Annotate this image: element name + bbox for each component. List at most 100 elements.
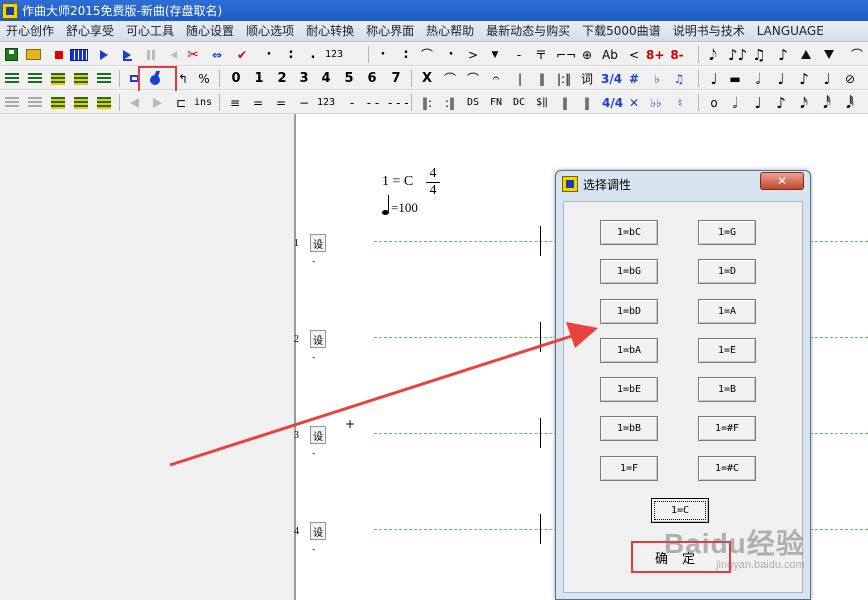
format-3-button[interactable]	[51, 69, 65, 88]
circle-plus-button[interactable]: ⊕	[580, 45, 594, 64]
format-4-button[interactable]	[74, 69, 88, 88]
colon-button[interactable]: :	[284, 45, 298, 64]
menu-item-manual[interactable]: 说明书与技术	[667, 21, 751, 41]
numbering-button[interactable]: 123	[325, 45, 343, 64]
row-settings-button[interactable]: 设	[310, 522, 326, 540]
key-f-button[interactable]: 1=F	[600, 456, 658, 481]
note-cross-button[interactable]: ⊘	[843, 69, 857, 88]
slur-button[interactable]: ⌒	[420, 45, 434, 64]
back-button[interactable]	[167, 45, 181, 64]
key-b-d-button[interactable]: 1=bD	[600, 299, 658, 324]
accent-button[interactable]: >	[466, 45, 480, 64]
note-flag-button[interactable]: ♪	[797, 69, 811, 88]
fermata-button[interactable]: 𝄐	[489, 69, 503, 88]
ds-button[interactable]: DS	[466, 93, 480, 112]
double-barline-button[interactable]: ‖	[535, 69, 549, 88]
note-3-button[interactable]: 3	[297, 69, 311, 88]
eighth-note-2-button[interactable]: ♪	[774, 93, 788, 112]
lines-eq-button[interactable]: =	[274, 93, 288, 112]
key-b-e-button[interactable]: 1=bE	[600, 377, 658, 402]
link-button[interactable]: ⇔	[210, 45, 224, 64]
key-b-button[interactable]: 1=B	[698, 377, 756, 402]
note-7-button[interactable]: 7	[389, 69, 403, 88]
quarter-note-2-button[interactable]: ♩	[751, 93, 765, 112]
format-2-button[interactable]	[28, 69, 42, 88]
natural-button[interactable]: ♮	[673, 93, 687, 112]
open-button[interactable]	[26, 45, 41, 64]
repeat-button[interactable]: ↰	[176, 69, 190, 88]
format-7-button[interactable]	[74, 93, 88, 112]
ab-button[interactable]: Ab	[602, 45, 618, 64]
check-button[interactable]: ✔	[235, 45, 249, 64]
menu-item-options[interactable]: 顺心选项	[240, 21, 300, 41]
row-settings-button[interactable]: 设	[310, 330, 326, 348]
close-button[interactable]: ✕	[760, 172, 804, 190]
format-dim-2-button[interactable]	[28, 93, 42, 112]
tie-right-button[interactable]: ⌒	[850, 45, 864, 64]
double-flat-button[interactable]: ♭♭	[649, 93, 663, 112]
turn-button[interactable]: 〒	[534, 45, 548, 64]
format-8-button[interactable]	[97, 93, 111, 112]
x-note-button[interactable]: X	[420, 69, 434, 88]
menu-item-create[interactable]: 开心创作	[0, 21, 60, 41]
tie-line-button[interactable]: ⌐¬	[556, 45, 576, 64]
insert-button[interactable]: ins	[194, 93, 212, 112]
dialog-title-bar[interactable]: 选择调性 ✕	[556, 171, 810, 197]
align-button[interactable]: ⊏	[174, 93, 188, 112]
save-button[interactable]	[4, 45, 18, 64]
dot-top-button[interactable]: ·	[376, 45, 390, 64]
dash-2-button[interactable]: -	[345, 93, 359, 112]
key-a-button[interactable]: 1=A	[698, 299, 756, 324]
menu-item-news[interactable]: 最新动态与购买	[480, 21, 576, 41]
lyrics-button[interactable]: 词	[580, 69, 594, 88]
arrow-left-button[interactable]	[127, 93, 141, 112]
note-2-button[interactable]: 2	[275, 69, 289, 88]
key-g-button[interactable]: 1=G	[698, 220, 756, 245]
half-note-button[interactable]: 𝅗𝅥	[751, 69, 765, 88]
barline-button[interactable]: |	[513, 69, 527, 88]
triangle-button[interactable]: ▼	[488, 45, 502, 64]
segno-button[interactable]: $‖	[535, 93, 549, 112]
row-settings-button[interactable]: 设	[310, 234, 326, 252]
time-signature-button[interactable]: 3/4	[601, 69, 622, 88]
menu-item-language[interactable]: LANGUAGE	[751, 21, 830, 41]
menu-item-tools[interactable]: 可心工具	[120, 21, 180, 41]
format-dim-1-button[interactable]	[5, 93, 19, 112]
menu-item-help[interactable]: 热心帮助	[420, 21, 480, 41]
stop-button[interactable]	[52, 45, 66, 64]
rest-bar-button[interactable]: ▬	[728, 69, 742, 88]
eighth-note-button[interactable]: ♪	[776, 45, 790, 64]
key-b-a-button[interactable]: 1=bA	[600, 338, 658, 363]
dot-below-button[interactable]: .	[306, 45, 320, 64]
line-1-button[interactable]: −	[297, 93, 311, 112]
keyboard-button[interactable]	[70, 45, 88, 64]
slur-right-button[interactable]: ⌒	[466, 69, 480, 88]
key-b-g-button[interactable]: 1=bG	[600, 259, 658, 284]
lines-3-button[interactable]: ≡	[228, 93, 242, 112]
slur-left-button[interactable]: ⌒	[443, 69, 457, 88]
dash-button[interactable]: -	[512, 45, 526, 64]
menu-item-interface[interactable]: 称心界面	[360, 21, 420, 41]
thin-double-bar-button[interactable]: ‖	[558, 93, 572, 112]
pause-button[interactable]	[144, 45, 158, 64]
less-than-button[interactable]: <	[627, 45, 641, 64]
note-5-button[interactable]: 5	[342, 69, 356, 88]
octave-up-button[interactable]: 8+	[646, 45, 664, 64]
menu-item-settings[interactable]: 随心设置	[180, 21, 240, 41]
menu-item-download[interactable]: 下载5000曲谱	[576, 21, 667, 41]
repeat-end-button[interactable]: :‖	[443, 93, 457, 112]
end-bar-button[interactable]: ‖	[580, 93, 594, 112]
row-settings-button[interactable]: 设	[310, 426, 326, 444]
sharp-button[interactable]: #	[627, 69, 641, 88]
format-1-button[interactable]	[5, 69, 19, 88]
dot-above-button[interactable]: ·	[262, 45, 276, 64]
fn-button[interactable]: FN	[489, 93, 503, 112]
octave-down-button[interactable]: 8-	[670, 45, 684, 64]
sixtyfourth-note-button[interactable]: 𝅘𝅥𝅱	[843, 93, 857, 112]
lines-2-button[interactable]: =	[251, 93, 265, 112]
key-c-button[interactable]: 1=C	[651, 498, 709, 523]
double-sharp-button[interactable]: ✕	[627, 93, 641, 112]
menu-item-enjoy[interactable]: 舒心享受	[60, 21, 120, 41]
time-signature-44-button[interactable]: 4/4	[602, 93, 623, 112]
half-note-2-button[interactable]: 𝅗𝅥	[728, 93, 742, 112]
